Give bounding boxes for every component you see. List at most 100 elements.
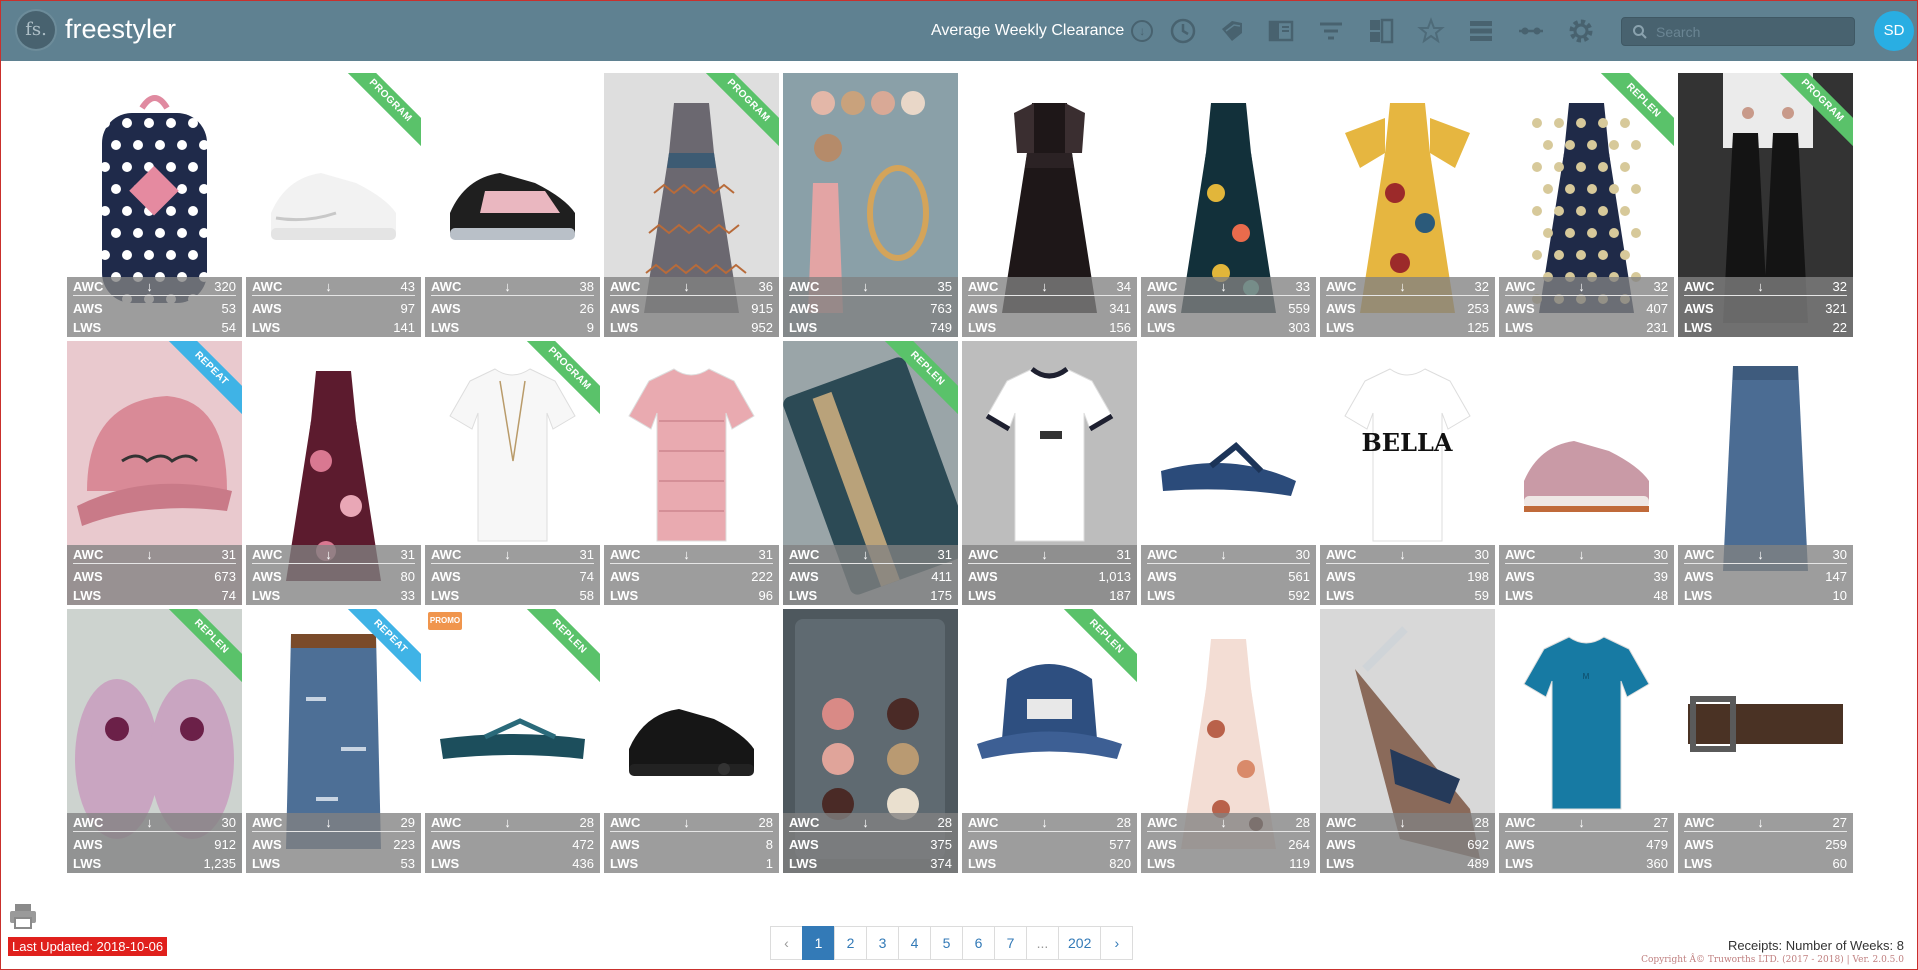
trend-down-icon[interactable]: ↓ [123, 279, 176, 294]
brand-name[interactable]: freestyler [65, 14, 176, 45]
awc-row: AWC ↓ 43 [252, 278, 415, 296]
page-button-3[interactable]: 3 [866, 926, 899, 960]
trend-down-icon[interactable]: ↓ [660, 279, 713, 294]
product-tile-floral-maxi-dress[interactable]: AWC ↓ 33 AWS 559 LWS 303 [1141, 73, 1316, 337]
product-tile-pink-cap[interactable]: REPEAT AWC ↓ 31 AWS 673 LWS 74 [67, 341, 242, 605]
trend-down-icon[interactable]: ↓ [839, 279, 892, 294]
trend-down-icon[interactable]: ↓ [660, 815, 713, 830]
trend-down-icon[interactable]: ↓ [1376, 279, 1429, 294]
trend-down-icon[interactable]: ↓ [1018, 547, 1071, 562]
page-button-5[interactable]: 5 [930, 926, 963, 960]
user-avatar[interactable]: SD [1874, 11, 1914, 51]
product-tile-brown-belt[interactable]: AWC ↓ 27 AWS 259 LWS 60 [1678, 609, 1853, 873]
next-page-button[interactable]: › [1100, 926, 1134, 960]
page-button-2[interactable]: 2 [834, 926, 867, 960]
product-tile-chevron-maxi-dress[interactable]: PROGRAM AWC ↓ 36 AWS 915 LWS 952 [604, 73, 779, 337]
lws-label: LWS [610, 319, 639, 335]
trend-down-icon[interactable]: ↓ [302, 547, 355, 562]
clock-icon[interactable] [1166, 15, 1200, 47]
trend-down-icon[interactable]: ↓ [1555, 547, 1608, 562]
product-tile-navy-polka-dress[interactable]: REPLEN AWC ↓ 32 AWS 407 LWS 231 [1499, 73, 1674, 337]
filter-icon[interactable] [1314, 15, 1348, 47]
product-tile-polka-dot-backpack[interactable]: AWC ↓ 320 AWS 53 LWS 54 [67, 73, 242, 337]
product-tile-denim-pencil-skirt[interactable]: AWC ↓ 30 AWS 147 LWS 10 [1678, 341, 1853, 605]
product-tile-blue-tee[interactable]: M AWC ↓ 27 AWS 479 LWS 360 [1499, 609, 1674, 873]
page-button-4[interactable]: 4 [898, 926, 931, 960]
gear-icon[interactable] [1564, 15, 1598, 47]
trend-down-icon[interactable]: ↓ [1555, 279, 1608, 294]
trend-down-icon[interactable]: ↓ [839, 547, 892, 562]
trend-down-icon[interactable]: ↓ [1734, 815, 1787, 830]
star-icon[interactable] [1414, 15, 1448, 47]
circle-arrow-down-icon[interactable]: ↓ [1131, 20, 1154, 42]
trend-down-icon[interactable]: ↓ [1018, 279, 1071, 294]
product-tile-fluffy-slippers[interactable]: REPLEN AWC ↓ 30 AWS 912 LWS 1,235 [67, 609, 242, 873]
product-tile-pink-black-sneaker[interactable]: AWC ↓ 38 AWS 26 LWS 9 [425, 73, 600, 337]
aws-label: AWS [610, 836, 640, 852]
product-tile-ciao-bella-tee[interactable]: BELLA AWC ↓ 30 AWS 198 LWS 59 [1320, 341, 1495, 605]
product-tile-pink-chunky-sneaker[interactable]: AWC ↓ 30 AWS 39 LWS 48 [1499, 341, 1674, 605]
product-tile-tassel-earrings[interactable]: PROGRAM AWC ↓ 32 AWS 321 LWS 22 [1678, 73, 1853, 337]
trend-down-icon[interactable]: ↓ [481, 815, 534, 830]
product-tile-teal-wallet[interactable]: REPLEN AWC ↓ 31 AWS 411 LWS 175 [783, 341, 958, 605]
trend-down-icon[interactable]: ↓ [1734, 279, 1787, 294]
page-button-6[interactable]: 6 [962, 926, 995, 960]
aws-value: 341 [1109, 300, 1131, 316]
logo-badge[interactable]: fs. [17, 11, 55, 49]
book-icon[interactable] [1264, 15, 1298, 47]
trend-down-icon[interactable]: ↓ [1376, 547, 1429, 562]
trend-down-icon[interactable]: ↓ [123, 547, 176, 562]
prev-page-button[interactable]: ‹ [770, 926, 803, 960]
product-tile-strappy-sandal[interactable]: AWC ↓ 28 AWS 692 LWS 489 [1320, 609, 1495, 873]
product-tile-denim-bucket-hat[interactable]: REPLEN AWC ↓ 28 AWS 577 LWS 820 [962, 609, 1137, 873]
product-tile-peach-floral-dress[interactable]: AWC ↓ 28 AWS 264 LWS 119 [1141, 609, 1316, 873]
list-icon[interactable] [1464, 15, 1498, 47]
page-button-1[interactable]: 1 [802, 926, 835, 960]
product-tile-black-air-sneaker[interactable]: AWC ↓ 28 AWS 8 LWS 1 [604, 609, 779, 873]
trend-down-icon[interactable]: ↓ [302, 815, 355, 830]
trend-down-icon[interactable]: ↓ [481, 279, 534, 294]
trend-down-icon[interactable]: ↓ [302, 279, 355, 294]
awc-row: AWC ↓ 31 [968, 546, 1131, 564]
trend-down-icon[interactable]: ↓ [839, 815, 892, 830]
product-tile-black-lace-dress[interactable]: AWC ↓ 34 AWS 341 LWS 156 [962, 73, 1137, 337]
product-tile-teal-flip-flop[interactable]: REPLEN PROMO AWC ↓ 28 AWS 472 LWS 436 [425, 609, 600, 873]
product-tile-burgundy-floral-dress[interactable]: AWC ↓ 31 AWS 80 LWS 33 [246, 341, 421, 605]
product-tile-yellow-floral-dress[interactable]: AWC ↓ 32 AWS 253 LWS 125 [1320, 73, 1495, 337]
stats-panel: AWC ↓ 30 AWS 198 LWS 59 [1320, 545, 1495, 605]
trend-down-icon[interactable]: ↓ [1734, 547, 1787, 562]
lws-label: LWS [968, 319, 997, 335]
trend-down-icon[interactable]: ↓ [660, 547, 713, 562]
tags-icon[interactable] [1215, 15, 1249, 47]
product-tile-distressed-denim-skirt[interactable]: REPEAT AWC ↓ 29 AWS 223 LWS 53 [246, 609, 421, 873]
trend-down-icon[interactable]: ↓ [1197, 547, 1250, 562]
lws-label: LWS [1147, 319, 1176, 335]
page-button-7[interactable]: 7 [994, 926, 1027, 960]
awc-label: AWC [73, 815, 104, 830]
awc-row: AWC ↓ 38 [431, 278, 594, 296]
product-tile-earring-set[interactable]: AWC ↓ 35 AWS 763 LWS 749 [783, 73, 958, 337]
trend-down-icon[interactable]: ↓ [1555, 815, 1608, 830]
product-tile-navy-flip-flop[interactable]: AWC ↓ 30 AWS 561 LWS 592 [1141, 341, 1316, 605]
product-tile-ringer-tee[interactable]: AWC ↓ 31 AWS 1,013 LWS 187 [962, 341, 1137, 605]
page-ellipsis[interactable]: ... [1026, 926, 1059, 960]
product-tile-pink-knit-jersey[interactable]: AWC ↓ 31 AWS 222 LWS 96 [604, 341, 779, 605]
layout-icon[interactable] [1364, 15, 1398, 47]
product-tile-white-sneaker[interactable]: PROGRAM AWC ↓ 43 AWS 97 LWS 141 [246, 73, 421, 337]
trend-down-icon[interactable]: ↓ [1018, 815, 1071, 830]
search-box[interactable] [1621, 17, 1855, 46]
product-tile-stud-earring-card[interactable]: AWC ↓ 28 AWS 375 LWS 374 [783, 609, 958, 873]
page-button-202[interactable]: 202 [1058, 926, 1102, 960]
search-input[interactable] [1656, 20, 1846, 44]
trend-down-icon[interactable]: ↓ [1197, 815, 1250, 830]
printer-icon[interactable] [8, 902, 38, 930]
slider-icon[interactable] [1514, 15, 1548, 47]
trend-down-icon[interactable]: ↓ [1376, 815, 1429, 830]
trend-down-icon[interactable]: ↓ [481, 547, 534, 562]
awc-row: AWC ↓ 27 [1684, 814, 1847, 832]
trend-down-icon[interactable]: ↓ [123, 815, 176, 830]
trend-down-icon[interactable]: ↓ [1197, 279, 1250, 294]
metric-selector[interactable]: Average Weekly Clearance ↓ [931, 19, 1154, 43]
lws-value: 74 [221, 587, 236, 603]
product-tile-white-top-necklace[interactable]: PROGRAM AWC ↓ 31 AWS 74 LWS 58 [425, 341, 600, 605]
